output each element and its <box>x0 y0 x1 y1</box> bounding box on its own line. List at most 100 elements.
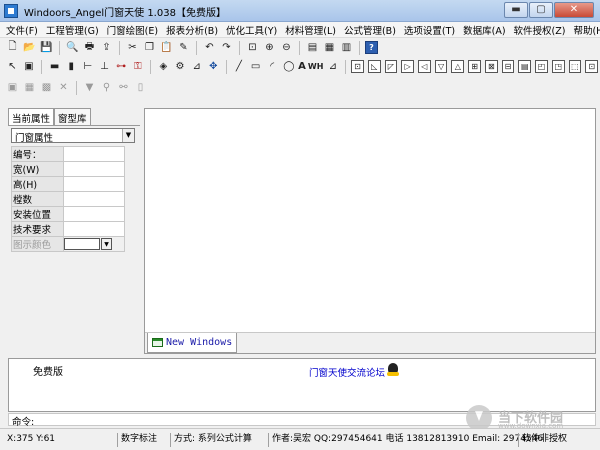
zoom-in-icon[interactable]: ⊕ <box>262 40 277 55</box>
sash-casement-right-icon[interactable]: ▷ <box>401 60 414 73</box>
filter-icon[interactable]: ▼ <box>82 80 97 95</box>
menu-help[interactable]: 帮助(H) <box>573 23 600 37</box>
material-icon[interactable]: ▦ <box>322 40 337 55</box>
report-icon[interactable]: ▤ <box>305 40 320 55</box>
circle-icon[interactable]: ◯ <box>282 59 297 74</box>
status-author: 作者:吴宏 QQ:297454641 电话 13812813910 Email:… <box>268 433 543 447</box>
maximize-button[interactable]: ▢ <box>529 2 553 18</box>
tab-window-library[interactable]: 窗型库 <box>54 108 91 125</box>
menu-file[interactable]: 文件(F) <box>6 23 38 37</box>
frame-icon[interactable]: ▣ <box>22 59 37 74</box>
handle-icon[interactable]: ⊶ <box>114 59 129 74</box>
zoom-out-icon[interactable]: ⊖ <box>279 40 294 55</box>
property-row: 编号： <box>11 146 125 162</box>
title-bar[interactable]: Windoors_Angel门窗天使 1.038【免费版】 ▬ ▢ ✕ <box>0 0 600 22</box>
chevron-down-icon[interactable]: ▼ <box>101 238 112 250</box>
sash-louver-icon[interactable]: ▤ <box>518 60 532 73</box>
property-value-number[interactable] <box>63 146 125 162</box>
arc-icon[interactable]: ◜ <box>265 59 280 74</box>
menu-options[interactable]: 选项设置(T) <box>404 23 455 37</box>
layer-icon[interactable]: ▣ <box>5 80 20 95</box>
zoom-window-icon[interactable]: ⊡ <box>245 40 260 55</box>
sash-sliding-icon[interactable]: ⬚ <box>568 60 582 73</box>
menu-drawing[interactable]: 门窗绘图(E) <box>107 23 158 37</box>
property-value-quantity[interactable] <box>63 191 125 207</box>
sash-top-hung-icon[interactable]: ▽ <box>434 60 448 73</box>
redo-icon[interactable]: ↷ <box>219 40 234 55</box>
sash-cross-icon[interactable]: ⊠ <box>484 60 498 73</box>
fan-icon[interactable]: ⊿ <box>189 59 204 74</box>
menu-bar: 文件(F) 工程管理(G) 门窗绘图(E) 报表分析(B) 优化工具(Y) 材料… <box>0 22 600 38</box>
horizontal-mullion-icon[interactable]: ⊢ <box>81 59 96 74</box>
sash-bottom-hung-icon[interactable]: △ <box>451 60 465 73</box>
menu-formulas[interactable]: 公式管理(B) <box>344 23 396 37</box>
property-grid: 编号： 宽(W) 高(H) 樘数 安装位置 技术要求 图示颜色 ▼ <box>11 146 125 252</box>
lock-icon[interactable]: ⚿ <box>130 59 145 74</box>
line-icon[interactable]: ╱ <box>232 59 247 74</box>
property-type-select[interactable]: 门窗属性 ▼ <box>11 128 135 144</box>
delete-icon[interactable]: ✕ <box>56 80 71 95</box>
node-icon[interactable]: ⚲ <box>99 80 114 95</box>
property-value-width[interactable] <box>63 161 125 177</box>
property-tabs: 当前属性 窗型库 <box>8 108 91 125</box>
property-row: 宽(W) <box>11 161 125 177</box>
save-icon[interactable]: 💾 <box>39 40 54 55</box>
menu-reports[interactable]: 报表分析(B) <box>166 23 218 37</box>
table-icon[interactable]: ▦ <box>22 80 37 95</box>
move-icon[interactable]: ✥ <box>206 59 221 74</box>
new-icon[interactable]: 🗋 <box>5 40 20 55</box>
vertical-bar-icon[interactable]: ▮ <box>64 59 79 74</box>
menu-project[interactable]: 工程管理(G) <box>46 23 99 37</box>
sash-right-open-icon[interactable]: ◸ <box>384 60 398 73</box>
formula-icon[interactable]: ▥ <box>339 40 354 55</box>
undo-icon[interactable]: ↶ <box>202 40 217 55</box>
dimension-wh-button[interactable]: WH <box>308 59 324 74</box>
property-value-location[interactable] <box>63 206 125 222</box>
menu-license[interactable]: 软件授权(Z) <box>514 23 566 37</box>
chevron-down-icon[interactable]: ▼ <box>122 129 134 142</box>
drawing-canvas[interactable] <box>144 108 596 354</box>
export-icon[interactable]: ⇪ <box>99 40 114 55</box>
dimension-icon[interactable]: ⊿ <box>325 59 340 74</box>
fill-icon[interactable]: ▩ <box>39 80 54 95</box>
sash-corner-br-icon[interactable]: ◳ <box>551 60 565 73</box>
menu-materials[interactable]: 材料管理(L) <box>285 23 336 37</box>
sash-grid-icon[interactable]: ⊞ <box>468 60 481 73</box>
copy-icon[interactable]: ❐ <box>142 40 157 55</box>
sash-corner-tl-icon[interactable]: ◰ <box>535 60 548 73</box>
cut-icon[interactable]: ✂ <box>125 40 140 55</box>
accessory-icon[interactable]: ⚙ <box>173 59 188 74</box>
close-button[interactable]: ✕ <box>554 2 594 18</box>
forum-link[interactable]: 门窗天使交流论坛 <box>309 365 385 379</box>
tab-current-properties[interactable]: 当前属性 <box>8 108 55 125</box>
paste-icon[interactable]: 📋 <box>159 40 174 55</box>
menu-optimize[interactable]: 优化工具(Y) <box>226 23 277 37</box>
rectangle-icon[interactable]: ▭ <box>248 59 263 74</box>
sash-casement-left-icon[interactable]: ◁ <box>417 60 431 73</box>
minimize-button[interactable]: ▬ <box>504 2 528 18</box>
property-value-tech[interactable] <box>63 221 125 237</box>
open-icon[interactable]: 📂 <box>22 40 37 55</box>
text-tool-button[interactable]: A <box>298 59 306 74</box>
property-value-height[interactable] <box>63 176 125 192</box>
sash-split-icon[interactable]: ⊟ <box>501 60 515 73</box>
pointer-icon[interactable]: ↖ <box>5 59 20 74</box>
qq-icon[interactable] <box>386 363 400 377</box>
document-tab[interactable]: New Windows <box>147 333 237 353</box>
print-icon[interactable]: 🖶 <box>82 40 97 55</box>
sash-folding-icon[interactable]: ⊡ <box>585 60 599 73</box>
link-icon[interactable]: ⚯ <box>116 80 131 95</box>
help-icon[interactable]: ? <box>365 41 378 54</box>
glass-icon[interactable]: ◈ <box>156 59 171 74</box>
color-picker[interactable]: ▼ <box>63 236 125 252</box>
vertical-mullion-icon[interactable]: ⊥ <box>97 59 112 74</box>
brush-icon[interactable]: ✎ <box>176 40 191 55</box>
sash-fixed-icon[interactable]: ⊡ <box>351 60 364 73</box>
property-label: 编号： <box>11 146 64 162</box>
horizontal-bar-icon[interactable]: ▬ <box>47 59 62 74</box>
print-preview-icon[interactable]: 🔍 <box>65 40 80 55</box>
lock-doc-icon[interactable]: ▯ <box>133 80 148 95</box>
menu-database[interactable]: 数据库(A) <box>463 23 505 37</box>
sash-left-open-icon[interactable]: ◺ <box>367 60 381 73</box>
color-swatch[interactable] <box>64 238 100 250</box>
